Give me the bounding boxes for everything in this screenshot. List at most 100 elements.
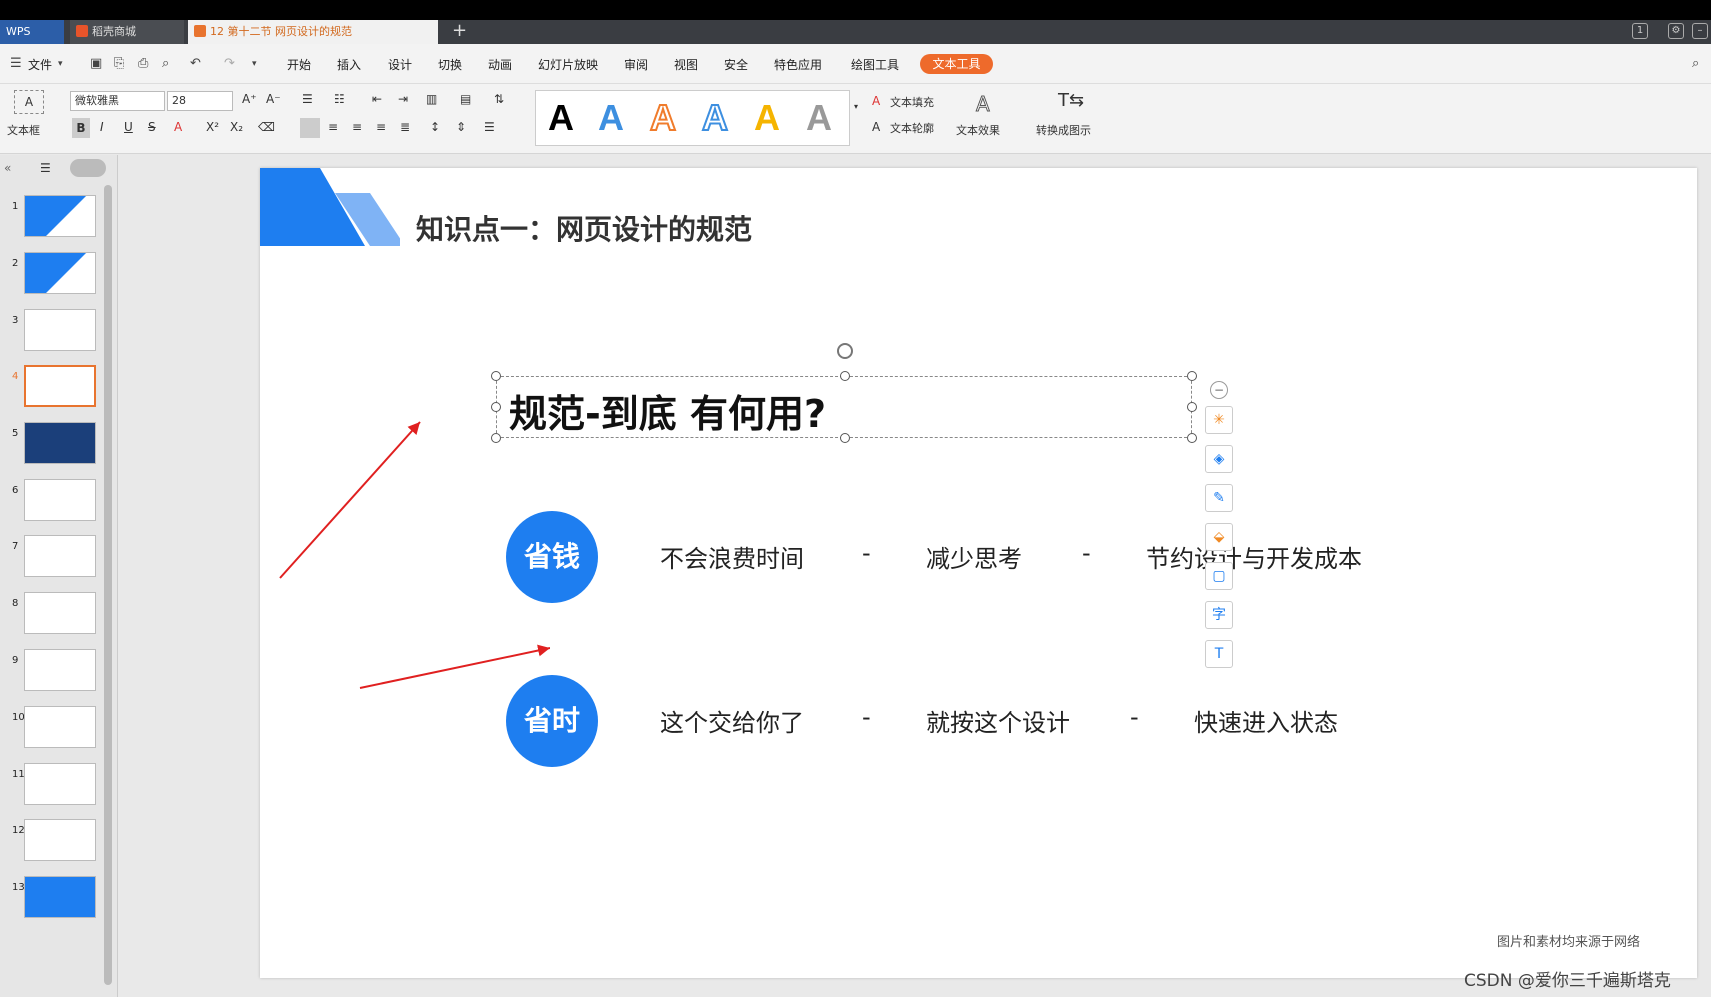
slide-thumbnail[interactable] (24, 706, 96, 748)
wordart-style-orange-outline[interactable]: A (649, 96, 677, 139)
outline-view-icon[interactable]: ☰ (40, 161, 51, 175)
menu-features[interactable]: 特色应用 (774, 56, 822, 73)
wordart-style-blue[interactable]: A (598, 97, 624, 139)
menu-view[interactable]: 视图 (674, 56, 698, 73)
font-size-select[interactable]: 28 (167, 91, 233, 111)
wordart-style-blue-outline[interactable]: A (701, 96, 729, 139)
slide-thumbnail[interactable] (24, 763, 96, 805)
outline-icon[interactable]: ▢ (1205, 562, 1233, 590)
slide-thumbnail[interactable] (24, 876, 96, 918)
minimize-icon[interactable]: – (1692, 23, 1708, 39)
spacing-options-icon[interactable]: ☰ (484, 120, 495, 134)
preview-icon[interactable]: ⌕ (162, 56, 169, 71)
font-family-select[interactable]: 微软雅黑 (70, 91, 165, 111)
tab-wps[interactable]: WPS (0, 20, 64, 44)
menu-review[interactable]: 审阅 (624, 56, 648, 73)
slide-thumbnail[interactable] (24, 309, 96, 351)
thumbnail-scrollbar[interactable] (104, 185, 112, 985)
menu-drawing-tools[interactable]: 绘图工具 (851, 56, 899, 73)
window-count-icon[interactable]: 1 (1632, 23, 1648, 39)
wordart-style-black[interactable]: A (548, 97, 574, 139)
convert-smartart-button[interactable]: 转换成图示 (1036, 122, 1091, 138)
subscript-icon[interactable]: X₂ (230, 120, 243, 134)
font-color-icon[interactable]: A (174, 120, 182, 134)
convert-icon[interactable]: T (1205, 640, 1233, 668)
menu-file[interactable]: 文件 (28, 56, 52, 73)
align-left-icon[interactable] (300, 118, 320, 138)
chevron-down-icon[interactable]: ▾ (58, 59, 63, 69)
slide-thumbnail[interactable] (24, 479, 96, 521)
menu-slideshow[interactable]: 幻灯片放映 (538, 56, 598, 73)
slide-thumbnail[interactable] (24, 819, 96, 861)
hamburger-icon[interactable]: ☰ (10, 56, 22, 71)
resize-handle[interactable] (491, 371, 501, 381)
resize-handle[interactable] (1187, 433, 1197, 443)
resize-handle[interactable] (1187, 402, 1197, 412)
menu-home[interactable]: 开始 (287, 56, 311, 73)
clear-format-icon[interactable]: ⌫ (258, 120, 275, 134)
numbering-icon[interactable]: ☷ (334, 92, 345, 106)
rotate-handle-icon[interactable] (837, 343, 853, 359)
increase-indent-icon[interactable]: ⇥ (398, 92, 408, 106)
resize-handle[interactable] (840, 371, 850, 381)
slide-thumbnail[interactable] (24, 535, 96, 577)
slide-thumbnail[interactable] (24, 365, 96, 407)
quick-access-chevron-icon[interactable]: ▾ (252, 59, 257, 69)
distribute-icon[interactable]: ≣ (400, 120, 410, 134)
align-center-icon[interactable]: ≡ (328, 120, 338, 134)
text-effect-button[interactable]: 文本效果 (956, 122, 1000, 138)
tab-shop[interactable]: 稻壳商城 (70, 20, 184, 44)
italic-icon[interactable]: I (100, 120, 104, 134)
text-direction-icon[interactable]: ⇅ (494, 92, 504, 106)
menu-animation[interactable]: 动画 (488, 56, 512, 73)
fill-icon[interactable]: ⬙ (1205, 523, 1233, 551)
wordart-more-icon[interactable]: ▾ (854, 102, 858, 111)
slides-view-icon[interactable] (70, 159, 106, 177)
bullets-icon[interactable]: ☰ (302, 92, 313, 106)
slide-thumbnail[interactable] (24, 252, 96, 294)
undo-icon[interactable]: ↶ (190, 56, 201, 71)
text-fill-button[interactable]: 文本填充 (890, 94, 934, 110)
slide-thumbnail[interactable] (24, 592, 96, 634)
wordart-style-yellow[interactable]: A (754, 97, 780, 139)
resize-handle[interactable] (1187, 371, 1197, 381)
decrease-indent-icon[interactable]: ⇤ (372, 92, 382, 106)
layers-icon[interactable]: ◈ (1205, 445, 1233, 473)
menu-transition[interactable]: 切换 (438, 56, 462, 73)
collapse-tools-icon[interactable]: − (1210, 381, 1228, 399)
justify-icon[interactable]: ≡ (376, 120, 386, 134)
grow-font-icon[interactable]: A⁺ (242, 92, 257, 106)
redo-icon[interactable]: ↷ (224, 56, 235, 71)
columns-icon[interactable]: ▥ (426, 92, 437, 106)
search-icon[interactable]: ⌕ (1692, 56, 1699, 71)
settings-icon[interactable]: ⚙ (1668, 23, 1684, 39)
line-spacing-icon[interactable]: ↕ (430, 120, 440, 134)
textbox-icon[interactable]: A (14, 90, 44, 114)
new-tab-icon[interactable]: + (452, 20, 467, 42)
paragraph-spacing-icon[interactable]: ⇕ (456, 120, 466, 134)
text-format-icon[interactable]: 字 (1205, 601, 1233, 629)
slide[interactable]: 知识点一：网页设计的规范 规范-到底 有何用? 省钱 不会浪费时间 - 减少思考… (260, 168, 1697, 978)
menu-design[interactable]: 设计 (388, 56, 412, 73)
superscript-icon[interactable]: X² (206, 120, 219, 134)
text-outline-button[interactable]: 文本轮廓 (890, 120, 934, 136)
slide-thumbnail[interactable] (24, 649, 96, 691)
slide-thumbnail[interactable] (24, 422, 96, 464)
menu-security[interactable]: 安全 (724, 56, 748, 73)
slide-thumbnail[interactable] (24, 195, 96, 237)
underline-icon[interactable]: U (124, 120, 133, 134)
text-effect-icon[interactable]: A (976, 92, 991, 117)
shrink-font-icon[interactable]: A⁻ (266, 92, 281, 106)
text-fill-icon[interactable]: A (872, 94, 880, 108)
save-icon[interactable]: ▣ (90, 56, 102, 71)
resize-handle[interactable] (840, 433, 850, 443)
export-icon[interactable]: ⎘ (114, 56, 124, 71)
align-right-icon[interactable]: ≡ (352, 120, 362, 134)
menu-insert[interactable]: 插入 (337, 56, 361, 73)
convert-smartart-icon[interactable]: T⇆ (1058, 90, 1084, 111)
text-box-align-icon[interactable]: ▤ (460, 92, 471, 106)
text-outline-icon[interactable]: A (872, 120, 880, 134)
menu-text-tools[interactable]: 文本工具 (920, 54, 993, 74)
bold-icon[interactable]: B (72, 118, 90, 138)
print-icon[interactable]: ⎙ (138, 56, 148, 71)
